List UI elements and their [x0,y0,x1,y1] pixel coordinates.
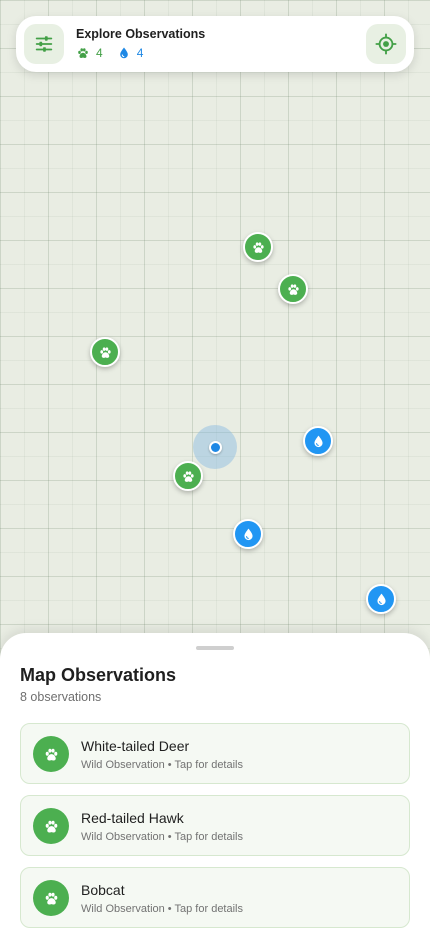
water-drop-icon [376,593,386,605]
current-location-dot [208,440,222,454]
observation-counts: 4 4 [76,46,157,60]
paw-icon [78,48,88,58]
water-observation-marker[interactable] [366,584,396,614]
observation-title: Bobcat [81,882,125,898]
observation-avatar [33,808,69,844]
observation-title: Red-tailed Hawk [81,810,184,826]
paw-icon [252,241,264,253]
wild-observation-marker[interactable] [243,232,273,262]
my-location-button[interactable] [366,24,406,64]
observation-list: White-tailed Deer Wild Observation • Tap… [20,723,410,932]
water-observation-marker[interactable] [233,519,263,549]
observation-subtitle: Wild Observation • Tap for details [81,831,243,843]
paw-icon [45,820,57,833]
top-search-bar: Explore Observations 4 4 [16,16,414,72]
water-observation-marker[interactable] [303,426,333,456]
paw-icon [99,346,111,358]
observation-title: White-tailed Deer [81,738,190,754]
wild-count-value: 4 [96,46,103,60]
observation-count-label: 8 observations [20,690,102,704]
observation-card-bobcat[interactable]: Bobcat Wild Observation • Tap for detail… [20,867,410,928]
wild-count: 4 [76,46,103,60]
water-drop-icon [119,47,128,59]
paw-icon [45,892,57,905]
wild-observation-marker[interactable] [278,274,308,304]
current-location-indicator [193,425,237,469]
wild-observation-marker[interactable] [90,337,120,367]
observation-avatar [33,880,69,916]
observation-card-red-tailed-hawk[interactable]: Red-tailed Hawk Wild Observation • Tap f… [20,795,410,856]
observation-avatar [33,736,69,772]
wild-observation-marker[interactable] [173,461,203,491]
observation-subtitle: Wild Observation • Tap for details [81,903,243,915]
observation-subtitle: Wild Observation • Tap for details [81,759,243,771]
paw-icon [45,748,57,761]
observation-card-white-tailed-deer[interactable]: White-tailed Deer Wild Observation • Tap… [20,723,410,784]
water-count-value: 4 [136,46,144,60]
observations-bottom-sheet: Map Observations 8 observations White-ta… [0,633,430,932]
filter-button[interactable] [24,24,64,64]
sheet-drag-handle[interactable] [196,646,234,650]
water-drop-icon [313,435,323,447]
water-drop-icon [243,528,253,540]
paw-icon [287,283,299,295]
page-title: Explore Observations [76,27,206,41]
paw-icon [182,470,194,482]
tune-icon [35,36,53,52]
sheet-title: Map Observations [20,665,177,685]
my-location-icon [375,33,397,55]
water-count: 4 [117,46,144,60]
